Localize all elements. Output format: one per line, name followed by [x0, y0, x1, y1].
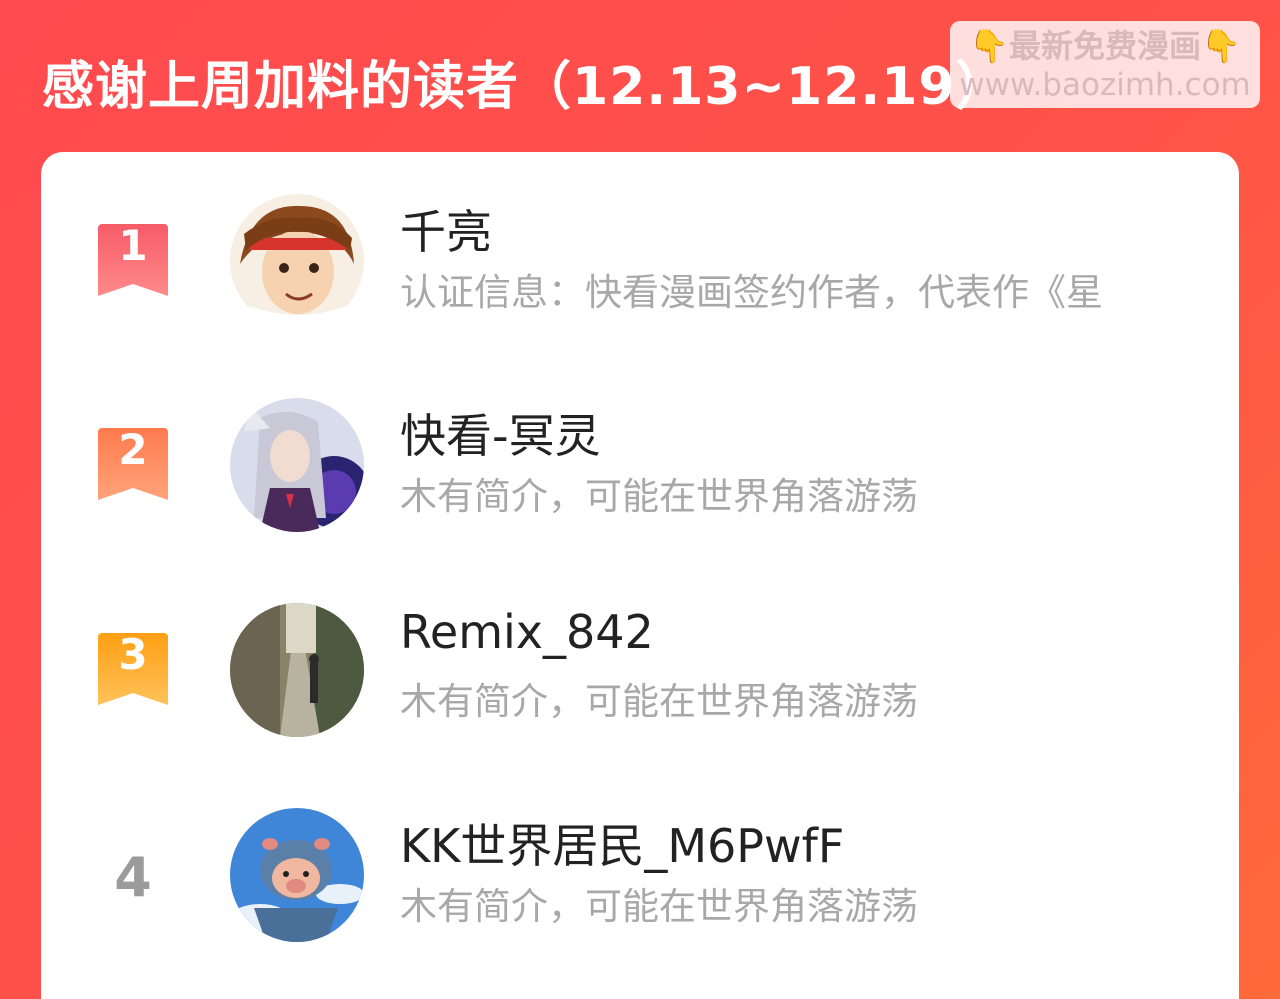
avatar-image	[230, 808, 364, 942]
list-item[interactable]: 1 千亮 认证信息：快看漫画签约作者，代表作《星	[41, 194, 1239, 334]
reader-name: Remix_842	[400, 605, 654, 659]
reader-name: 千亮	[400, 205, 492, 259]
reader-intro: 木有简介，可能在世界角落游荡	[400, 475, 918, 518]
rank-ribbon-icon: 1	[98, 224, 168, 296]
list-item[interactable]: 4 KK世界居民_M6PwfF 木有简介，可能在世界角落游荡	[41, 808, 1239, 948]
pointing-down-icon: 👇	[969, 27, 1009, 65]
pointing-down-icon: 👇	[1201, 27, 1241, 65]
rank-number: 1	[118, 224, 147, 270]
site-watermark: 👇最新免费漫画👇 www.baozimh.com	[950, 21, 1260, 108]
avatar-image	[230, 603, 364, 737]
avatar[interactable]	[230, 194, 364, 328]
supporters-page: 感谢上周加料的读者（12.13~12.19） 👇最新免费漫画👇 www.baoz…	[0, 0, 1280, 999]
rank-number: 4	[114, 846, 152, 909]
reader-name: 快看-冥灵	[400, 409, 601, 463]
avatar-image	[230, 398, 364, 532]
list-item[interactable]: 2 快看-冥灵 木有简介，可能在世界角落游荡	[41, 398, 1239, 538]
rank-number: 3	[118, 633, 147, 679]
rank-ribbon-icon: 2	[98, 428, 168, 500]
avatar-image	[230, 194, 364, 328]
list-item[interactable]: 3 Remix_842 木有简介，可能在世界角落游荡	[41, 603, 1239, 743]
reader-intro: 木有简介，可能在世界角落游荡	[400, 885, 918, 928]
rank-number: 2	[118, 428, 147, 474]
page-title: 感谢上周加料的读者（12.13~12.19）	[42, 57, 1009, 117]
reader-intro: 认证信息：快看漫画签约作者，代表作《星	[400, 271, 1103, 314]
ranking-card: 1 千亮 认证信息：快看漫画签约作者，代表作《星 2 快看-冥灵 木有简介，可能…	[41, 152, 1239, 999]
avatar[interactable]	[230, 398, 364, 532]
rank-ribbon-icon: 3	[98, 633, 168, 705]
reader-intro: 木有简介，可能在世界角落游荡	[400, 680, 918, 723]
reader-name: KK世界居民_M6PwfF	[400, 819, 845, 873]
watermark-line1: 最新免费漫画	[1008, 27, 1201, 65]
watermark-url: www.baozimh.com	[959, 67, 1251, 103]
avatar[interactable]	[230, 603, 364, 737]
avatar[interactable]	[230, 808, 364, 942]
